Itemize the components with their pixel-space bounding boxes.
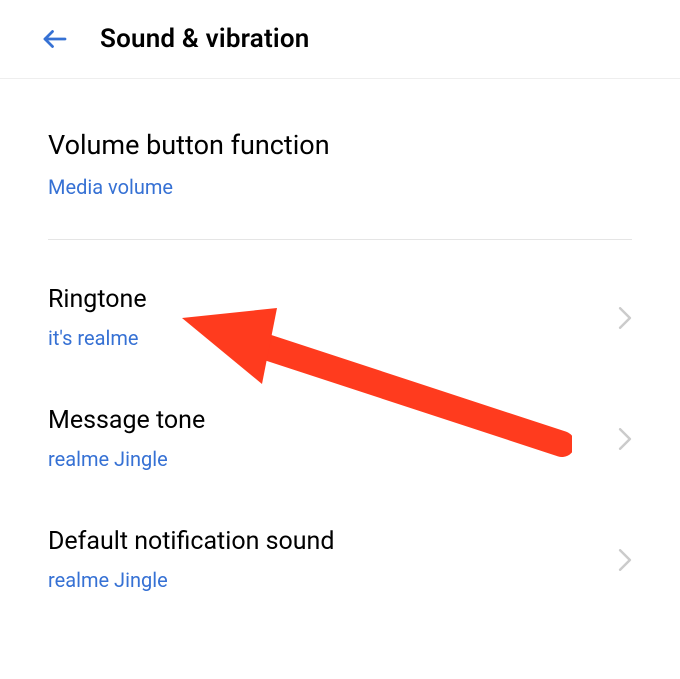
message-tone-item[interactable]: Message tone realme Jingle <box>48 378 632 499</box>
message-tone-value: realme Jingle <box>48 447 205 471</box>
volume-label: Volume button function <box>48 129 632 161</box>
ringtone-value: it's realme <box>48 326 147 350</box>
page-title: Sound & vibration <box>100 24 309 54</box>
volume-value: Media volume <box>48 175 632 199</box>
default-notification-label: Default notification sound <box>48 527 334 556</box>
chevron-right-icon <box>618 549 632 571</box>
ringtone-label: Ringtone <box>48 285 147 314</box>
header: Sound & vibration <box>0 0 680 79</box>
default-notification-item[interactable]: Default notification sound realme Jingle <box>48 499 632 620</box>
default-notification-value: realme Jingle <box>48 568 334 592</box>
ringtone-item[interactable]: Ringtone it's realme <box>48 240 632 378</box>
message-tone-label: Message tone <box>48 406 205 435</box>
chevron-right-icon <box>618 428 632 450</box>
volume-button-function-item[interactable]: Volume button function Media volume <box>0 79 680 239</box>
back-arrow-icon[interactable] <box>40 24 70 54</box>
chevron-right-icon <box>618 307 632 329</box>
